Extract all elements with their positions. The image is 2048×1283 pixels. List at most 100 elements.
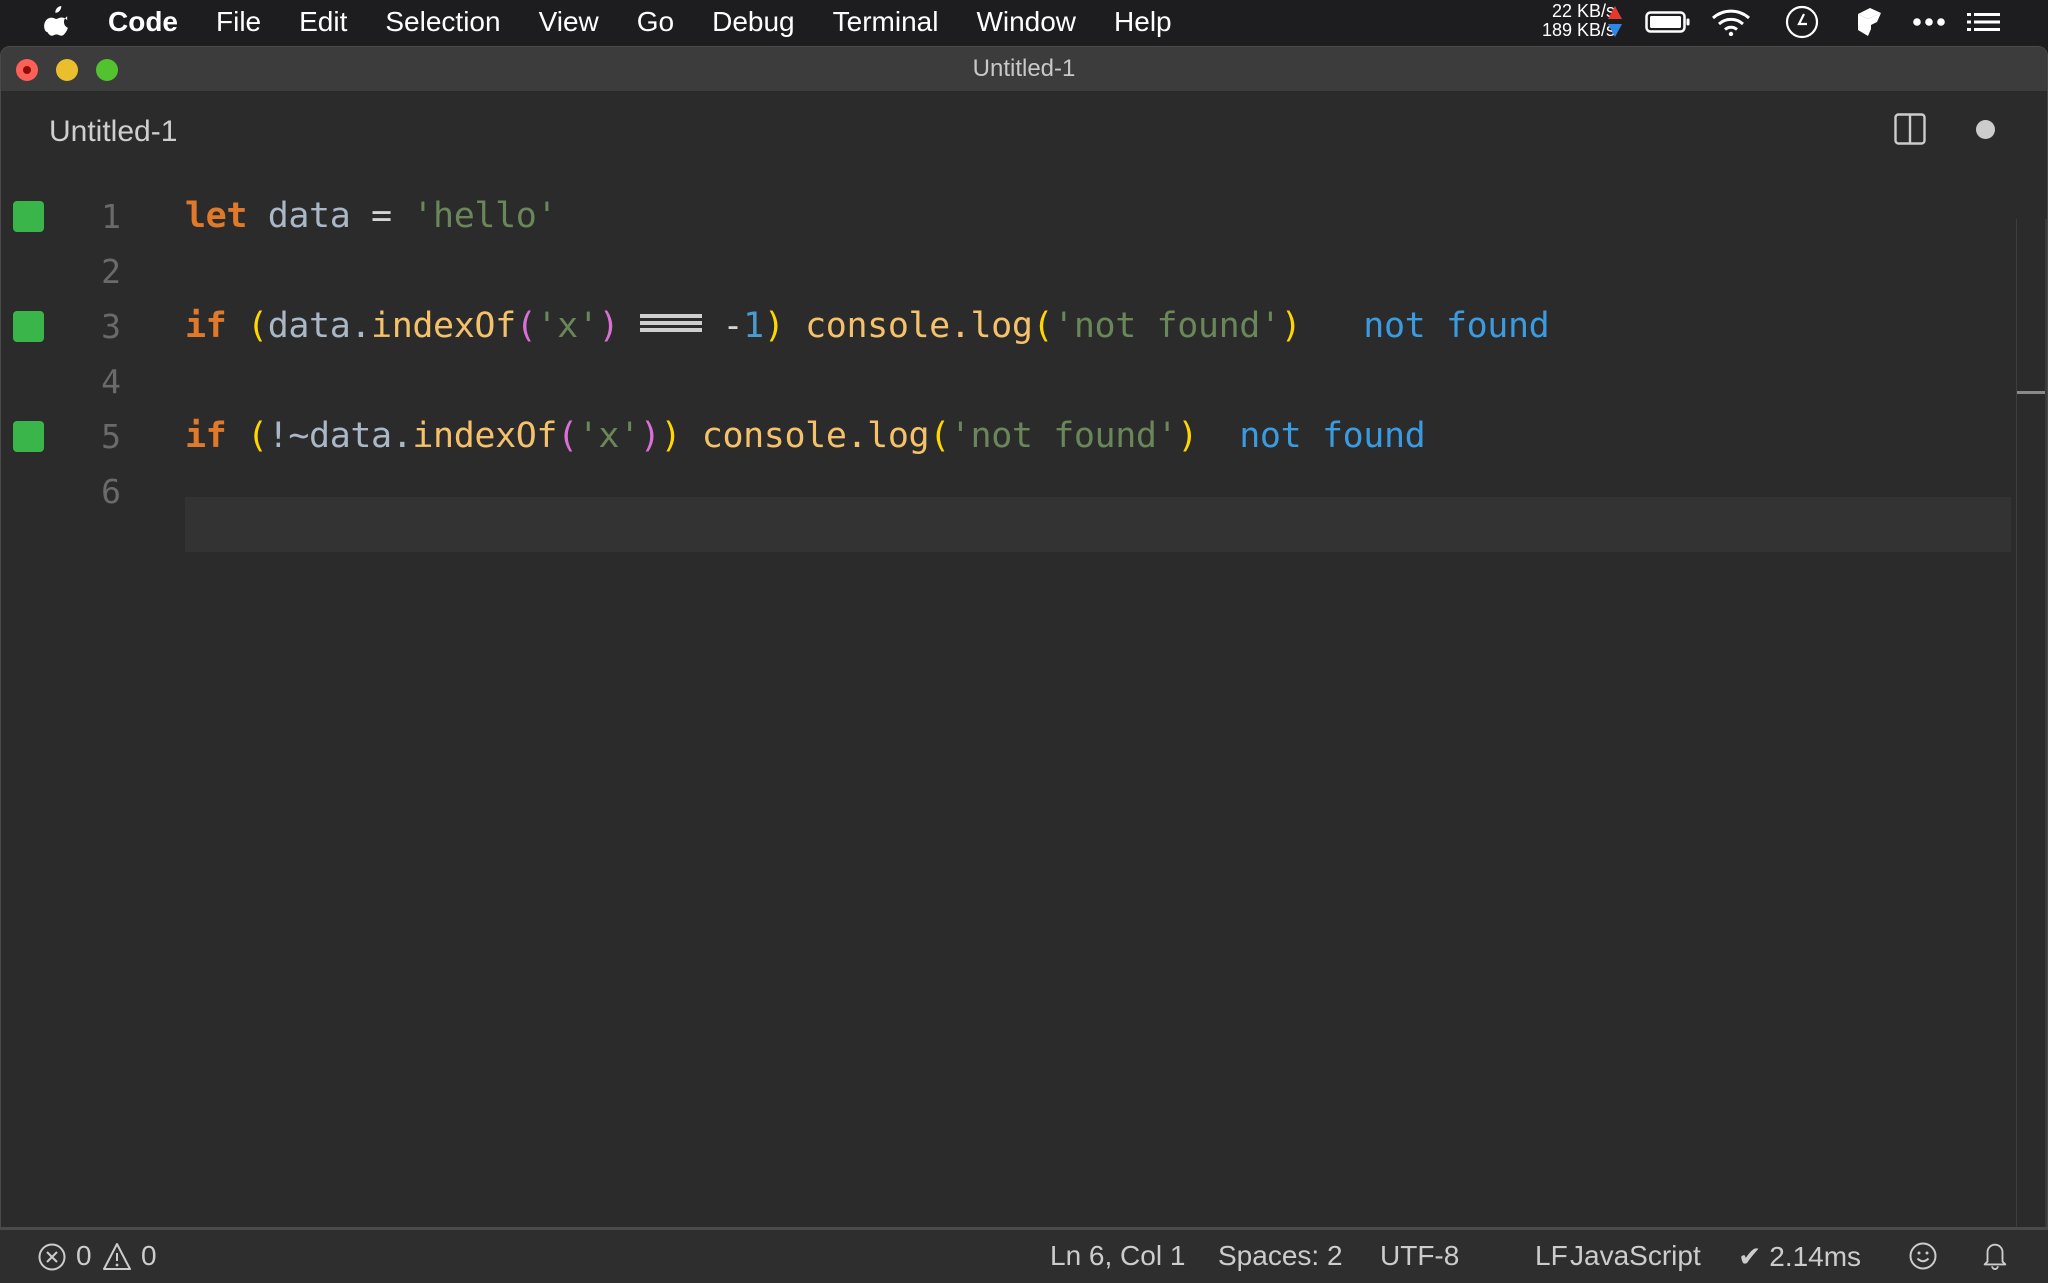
feedback-smiley-icon[interactable] <box>1908 1241 1938 1271</box>
code-token: 'x' <box>577 416 640 456</box>
window-titlebar[interactable]: Untitled-1 <box>1 47 2047 91</box>
code-token: = <box>350 196 413 236</box>
macos-menu-bar: Code File Edit Selection View Go Debug T… <box>0 0 2048 44</box>
quokka-timing[interactable]: ✔ 2.14ms <box>1738 1240 1861 1273</box>
code-token: 'not found' <box>1053 306 1281 346</box>
code-line[interactable]: 3 if (data.indexOf('x') -1) console.log('… <box>1 299 2011 354</box>
code-line[interactable]: 6 <box>1 464 2011 519</box>
coverage-marker-icon <box>13 421 44 452</box>
code-token: . <box>391 416 413 456</box>
apple-icon[interactable] <box>42 6 70 36</box>
encoding[interactable]: UTF-8 <box>1380 1240 1459 1272</box>
end-of-line[interactable]: LF <box>1535 1240 1568 1272</box>
warning-count[interactable]: 0 <box>141 1240 157 1272</box>
code-token: console.log <box>701 416 930 456</box>
warning-icon[interactable] <box>102 1242 132 1272</box>
code-token: ) <box>1280 306 1302 346</box>
error-count[interactable]: 0 <box>76 1240 92 1272</box>
menu-view[interactable]: View <box>539 6 599 38</box>
menu-debug[interactable]: Debug <box>712 6 795 38</box>
wifi-icon[interactable] <box>1710 8 1752 36</box>
tab-untitled-1[interactable]: Untitled-1 <box>49 115 177 149</box>
code-token: data <box>309 416 392 456</box>
code-token: ( <box>247 416 268 456</box>
language-mode[interactable]: JavaScript <box>1570 1240 1701 1272</box>
inline-result: not found <box>1239 416 1426 456</box>
line-number: 2 <box>101 252 121 291</box>
code-token: . <box>350 306 372 346</box>
list-icon[interactable] <box>1966 8 2002 36</box>
code-token: data <box>267 196 351 236</box>
more-icon[interactable] <box>1912 8 1946 36</box>
line-number: 5 <box>101 417 121 456</box>
code-token: indexOf <box>412 416 558 456</box>
error-icon[interactable] <box>37 1242 67 1272</box>
network-speed[interactable]: 22 KB/s 189 KB/s <box>1515 2 1615 40</box>
code-line[interactable]: 5 if (!~data.indexOf('x')) console.log('n… <box>1 409 2011 464</box>
code-line[interactable]: 1 let data = 'hello' <box>1 189 2011 244</box>
code-token: console.log <box>805 306 1033 346</box>
menu-selection[interactable]: Selection <box>385 6 500 38</box>
box-app-icon[interactable] <box>1855 6 1883 38</box>
status-bar: 0 0 Ln 6, Col 1 Spaces: 2 UTF-8 LF JavaS… <box>0 1227 2048 1283</box>
overview-ruler-cursor-mark <box>2017 391 2047 394</box>
code-token: ) <box>763 306 785 346</box>
line-code: let data = 'hello' <box>185 189 557 244</box>
code-token: ( <box>515 306 537 346</box>
vscode-window: Untitled-1 Untitled-1 1 let data = 'hello… <box>0 46 2048 1280</box>
download-speed: 189 KB/s <box>1541 20 1615 40</box>
code-token: if <box>185 416 227 456</box>
battery-icon[interactable] <box>1645 8 1691 36</box>
strict-equals-ligature <box>639 314 702 334</box>
code-token: data <box>267 306 351 346</box>
editor-tab-bar <box>1 91 2047 175</box>
indentation[interactable]: Spaces: 2 <box>1218 1240 1343 1272</box>
menu-edit[interactable]: Edit <box>299 6 347 38</box>
menu-go[interactable]: Go <box>637 6 674 38</box>
menu-list: Code File Edit Selection View Go Debug T… <box>108 0 1210 44</box>
overview-ruler <box>2016 219 2017 1269</box>
line-number: 1 <box>101 197 121 236</box>
unsaved-dot-icon[interactable] <box>1976 120 1995 139</box>
code-token: if <box>185 306 227 346</box>
coverage-marker-icon <box>13 201 44 232</box>
menu-terminal[interactable]: Terminal <box>833 6 939 38</box>
code-token: ( <box>929 416 950 456</box>
code-editor[interactable]: 1 let data = 'hello' 2 3 if (data.indexOf('x… <box>1 175 2047 1271</box>
cursor-position[interactable]: Ln 6, Col 1 <box>1050 1240 1185 1272</box>
code-token: ( <box>247 306 268 346</box>
code-token: ( <box>557 416 578 456</box>
inline-result: not found <box>1363 306 1550 346</box>
window-maximize-button[interactable] <box>96 59 118 81</box>
menu-window[interactable]: Window <box>976 6 1076 38</box>
window-close-button[interactable] <box>16 59 38 81</box>
code-token: indexOf <box>371 306 516 346</box>
menu-code[interactable]: Code <box>108 6 178 38</box>
upload-speed: 22 KB/s <box>1551 1 1615 21</box>
code-token: ) <box>598 306 620 346</box>
line-number: 3 <box>101 307 121 346</box>
code-token: !~ <box>267 416 310 456</box>
window-minimize-button[interactable] <box>56 59 78 81</box>
code-line[interactable]: 4 <box>1 354 2011 409</box>
notifications-bell-icon[interactable] <box>1980 1240 2010 1270</box>
network-arrows-icon <box>1608 6 1622 37</box>
line-code: if (!~data.indexOf('x')) console.log('no… <box>185 409 1426 464</box>
line-code: if (data.indexOf('x') -1) console.log('n… <box>185 299 1550 354</box>
code-line[interactable]: 2 <box>1 244 2011 299</box>
clock-icon[interactable] <box>1785 5 1819 39</box>
menu-file[interactable]: File <box>216 6 261 38</box>
menu-help[interactable]: Help <box>1114 6 1172 38</box>
code-token: 'hello' <box>412 196 558 236</box>
code-token: 1 <box>743 306 764 346</box>
window-title: Untitled-1 <box>972 55 1076 82</box>
code-token: 'x' <box>536 306 599 346</box>
split-editor-icon[interactable] <box>1894 113 1926 145</box>
